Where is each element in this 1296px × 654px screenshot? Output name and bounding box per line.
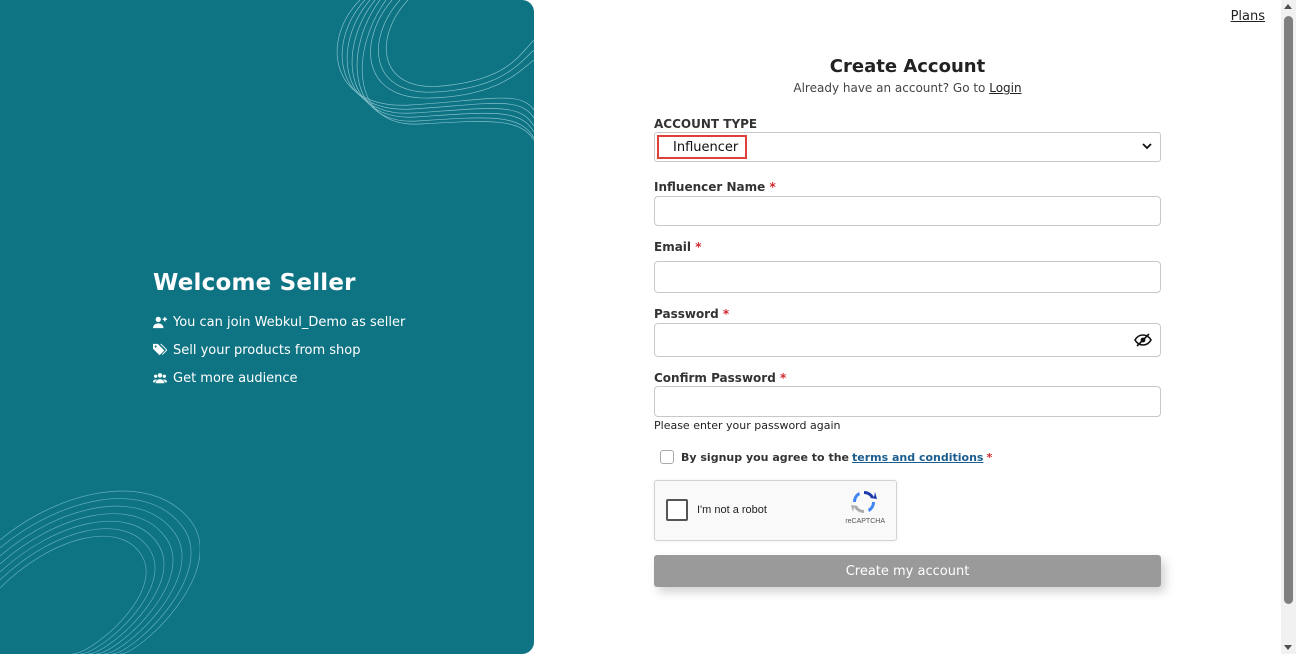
password-field[interactable] [654,323,1161,357]
required-mark: * [769,180,776,194]
required-mark: * [695,240,702,254]
recaptcha-label: I'm not a robot [697,504,767,516]
feature-sell: Sell your products from shop [153,336,405,364]
chevron-down-icon [1142,143,1152,150]
feature-audience: Get more audience [153,364,405,392]
scroll-up-arrow-icon[interactable] [1284,4,1292,9]
password-label-text: Password [654,307,719,321]
email-label-text: Email [654,240,692,254]
decorative-waves-bottom [0,490,200,654]
terms-text: By signup you agree to the [681,450,849,464]
users-icon [153,373,167,384]
influencer-name-label-text: Influencer Name [654,180,766,194]
confirm-password-input[interactable] [654,386,1161,417]
login-prompt-text: Already have an account? Go to [793,81,990,95]
feature-join-text: You can join Webkul_Demo as seller [173,314,406,330]
influencer-name-label: Influencer Name * [654,180,776,194]
required-mark: * [779,371,787,385]
tags-icon [153,343,167,356]
recaptcha-logo-icon [851,490,877,514]
confirm-password-label: Confirm Password * [654,371,786,385]
account-type-select[interactable]: Influencer [654,132,1161,162]
login-link[interactable]: Login [989,81,1021,95]
create-account-button[interactable]: Create my account [654,555,1161,587]
plans-link[interactable]: Plans [1231,9,1265,24]
decorative-waves-top [336,0,534,140]
recaptcha-widget: I'm not a robot reCAPTCHA [654,480,897,541]
confirm-password-label-text: Confirm Password [654,371,776,385]
user-plus-icon [153,316,167,329]
welcome-block: Welcome Seller You can join Webkul_Demo … [153,270,405,392]
account-type-selected-value: Influencer [657,135,747,159]
page-title: Create Account [829,56,986,77]
feature-sell-text: Sell your products from shop [173,342,361,358]
recaptcha-checkbox[interactable] [666,499,688,521]
welcome-title: Welcome Seller [153,270,356,296]
recaptcha-brand: reCAPTCHA [845,518,885,525]
required-mark: * [722,307,730,321]
eye-slash-icon[interactable] [1134,333,1152,347]
feature-join: You can join Webkul_Demo as seller [153,308,405,336]
scroll-down-arrow-icon[interactable] [1284,645,1292,650]
influencer-name-input[interactable] [654,196,1161,226]
create-account-form: Create Account Already have an account? … [654,56,1161,587]
scrollbar[interactable] [1281,0,1296,654]
password-label: Password * [654,307,729,321]
login-prompt: Already have an account? Go to Login [654,81,1161,95]
terms-checkbox[interactable] [660,450,674,464]
scrollbar-thumb[interactable] [1284,16,1293,604]
welcome-panel: Welcome Seller You can join Webkul_Demo … [0,0,534,654]
email-input[interactable] [654,261,1161,293]
confirm-password-hint: Please enter your password again [654,419,841,432]
required-mark: * [986,450,993,464]
feature-audience-text: Get more audience [173,370,298,386]
terms-row: By signup you agree to the terms and con… [660,450,992,464]
email-label: Email * [654,240,702,254]
account-type-label: ACCOUNT TYPE [654,117,758,131]
terms-link[interactable]: terms and conditions [852,451,983,464]
